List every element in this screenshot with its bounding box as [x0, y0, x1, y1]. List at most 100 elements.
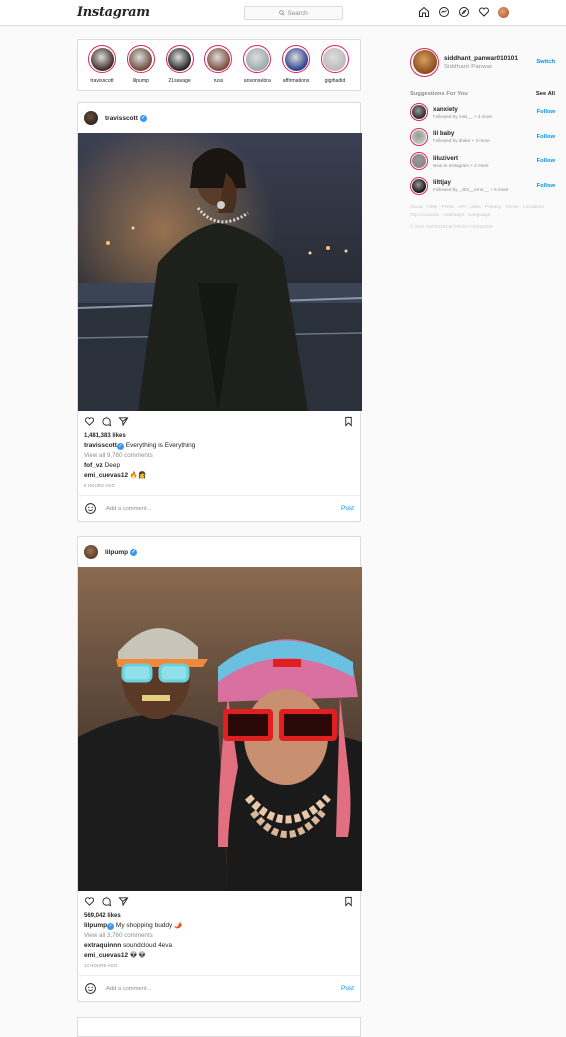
view-all-comments-link[interactable]: View all 9,760 comments: [78, 451, 360, 461]
story-username: lilpump: [132, 78, 150, 84]
search-placeholder: Search: [287, 9, 308, 17]
suggestion-username[interactable]: lilttjay: [433, 179, 532, 186]
suggestion-username[interactable]: liluzivert: [433, 155, 532, 162]
messenger-icon[interactable]: [438, 6, 450, 18]
story-item[interactable]: ansonsebra: [242, 45, 272, 90]
story-item[interactable]: affirmations: [281, 45, 311, 90]
story-avatar[interactable]: [204, 45, 233, 73]
switch-account-button[interactable]: Switch: [536, 59, 555, 65]
comment-username[interactable]: extraquinnn: [84, 942, 121, 949]
likes-count[interactable]: 1,481,383 likes: [78, 431, 360, 441]
comment-text: soundcloud 4eva: [123, 942, 173, 949]
story-username: 21savage: [168, 78, 191, 84]
story-username: gigihadid: [324, 78, 346, 84]
suggestion-avatar[interactable]: [410, 127, 428, 146]
verified-badge-icon: ✓: [139, 114, 147, 122]
suggestion-username[interactable]: xanxiety: [433, 106, 532, 113]
suggestion-description: Followed by russ__ + 4 more: [433, 113, 493, 119]
add-comment-bar: Add a comment... Post: [78, 495, 360, 521]
story-avatar[interactable]: [282, 45, 311, 73]
post-photo-lilpump: [78, 567, 362, 891]
post-author-avatar[interactable]: [84, 111, 98, 125]
username-text[interactable]: travisscott: [105, 115, 138, 122]
story-item[interactable]: lilpump: [126, 45, 156, 90]
suggestion-row: xanxiety Followed by russ__ + 4 more Follo…: [410, 100, 555, 125]
comment-text: 👽👽: [129, 952, 147, 959]
post-image[interactable]: [78, 133, 362, 411]
post-timestamp[interactable]: 8 HOURS AGO: [78, 481, 360, 491]
follow-button[interactable]: Follow: [537, 134, 555, 140]
see-all-link[interactable]: See All: [536, 91, 555, 97]
suggestions-list: xanxiety Followed by russ__ + 4 more Follo…: [410, 100, 555, 198]
comment-icon[interactable]: [101, 896, 112, 907]
story-avatar[interactable]: [126, 45, 155, 73]
post-header: lilpump ✓: [78, 537, 360, 567]
comment-username[interactable]: fof_vz: [84, 462, 103, 469]
add-comment-input[interactable]: Add a comment...: [106, 506, 332, 512]
post-author-username[interactable]: lilpump ✓: [105, 548, 138, 556]
suggestion-avatar[interactable]: [410, 152, 428, 171]
share-icon[interactable]: [118, 416, 129, 427]
footer-links-line[interactable]: Top Accounts · Hashtags · Language: [410, 212, 555, 220]
follow-button[interactable]: Follow: [537, 183, 555, 189]
story-avatar[interactable]: [320, 45, 349, 73]
post-author-avatar[interactable]: [84, 545, 98, 559]
suggestion-row: lil baby Followed by drake + 3 more Follow: [410, 125, 555, 150]
heart-icon[interactable]: [478, 6, 490, 18]
caption-username[interactable]: lilpump: [84, 922, 107, 929]
story-avatar[interactable]: [88, 45, 116, 73]
copyright: © 2021 INSTAGRAM FROM FACEBOOK: [410, 224, 494, 229]
post-actions: [78, 891, 360, 911]
post-author-username[interactable]: travisscott ✓: [105, 114, 147, 122]
follow-button[interactable]: Follow: [537, 109, 555, 115]
add-comment-input[interactable]: Add a comment...: [106, 986, 332, 992]
bookmark-icon[interactable]: [343, 896, 354, 907]
story-item[interactable]: 21savage: [165, 45, 195, 90]
story-username: ansonsebra: [243, 78, 271, 84]
bookmark-icon[interactable]: [343, 416, 354, 427]
story-item[interactable]: gigihadid: [320, 45, 350, 90]
likes-count[interactable]: 569,042 likes: [78, 911, 360, 921]
like-heart-icon[interactable]: [84, 896, 95, 907]
suggestions-header: Suggestions For You See All: [410, 88, 555, 100]
verified-badge-icon: ✓: [116, 443, 124, 450]
comment-username[interactable]: emi_cuevas12: [84, 952, 128, 959]
view-all-comments-link[interactable]: View all 3,760 comments: [78, 931, 360, 941]
next-feed-post: [77, 1017, 361, 1037]
search-input[interactable]: Search: [244, 6, 343, 20]
story-avatar[interactable]: [243, 45, 272, 73]
explore-icon[interactable]: [458, 6, 470, 18]
post-comment-button[interactable]: Post: [341, 505, 354, 512]
feed-post: travisscott ✓ 1,481,383 likes travisscot…: [77, 102, 362, 522]
caption-username[interactable]: travisscott: [84, 442, 117, 449]
story-item[interactable]: russ: [203, 45, 233, 90]
share-icon[interactable]: [118, 896, 129, 907]
home-icon[interactable]: [418, 6, 430, 18]
current-user-row: siddhant_panwar010101 Siddhant Panwar Sw…: [410, 46, 555, 78]
instagram-logo[interactable]: Instagram: [77, 5, 150, 20]
current-username[interactable]: siddhant_panwar010101: [444, 55, 531, 62]
like-heart-icon[interactable]: [84, 416, 95, 427]
footer-links-line[interactable]: About · Help · Press · API · Jobs · Priv…: [410, 204, 555, 212]
comment-icon[interactable]: [101, 416, 112, 427]
suggestion-avatar[interactable]: [410, 103, 428, 122]
emoji-icon[interactable]: [84, 502, 97, 515]
comment-username[interactable]: emi_cuevas12: [84, 472, 128, 479]
story-username: travisscott: [90, 78, 114, 84]
suggestion-username[interactable]: lil baby: [433, 130, 532, 137]
comment-text: 🔥👩: [129, 472, 147, 479]
profile-avatar[interactable]: [498, 6, 509, 18]
username-text[interactable]: lilpump: [105, 549, 128, 556]
comment-row: extraquinnn soundcloud 4eva: [78, 941, 360, 951]
story-username: russ: [213, 78, 224, 84]
suggestion-avatar[interactable]: [410, 176, 428, 195]
follow-button[interactable]: Follow: [537, 158, 555, 164]
post-timestamp[interactable]: 13 HOURS AGO: [78, 961, 360, 971]
emoji-icon[interactable]: [84, 982, 97, 995]
story-item[interactable]: travisscott: [87, 45, 117, 90]
story-username: affirmations: [282, 78, 310, 84]
story-avatar[interactable]: [165, 45, 194, 73]
post-comment-button[interactable]: Post: [341, 985, 354, 992]
current-user-avatar[interactable]: [410, 47, 439, 77]
post-image[interactable]: [78, 567, 362, 891]
